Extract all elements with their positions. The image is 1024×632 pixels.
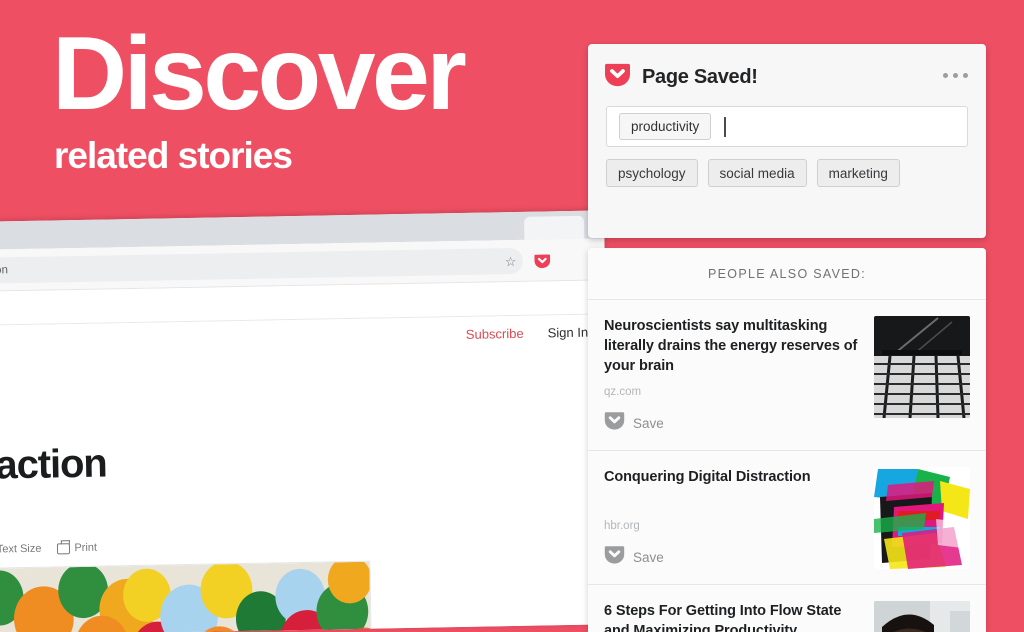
article-headline: es forg Distraction <box>0 441 108 490</box>
promo-subtitle: related stories <box>54 135 293 176</box>
suggested-tag-marketing[interactable]: marketing <box>816 159 900 187</box>
browser-tab[interactable] <box>523 215 585 240</box>
article-hero-image <box>0 560 373 632</box>
kebab-dot <box>943 73 948 78</box>
recommendation-body: Conquering Digital Distraction hbr.org S… <box>604 467 874 570</box>
suggested-tag-social-media[interactable]: social media <box>707 159 807 187</box>
pocket-save-icon <box>604 410 625 436</box>
recommendations-header: PEOPLE ALSO SAVED: <box>588 248 986 300</box>
list-item[interactable]: Conquering Digital Distraction hbr.org S… <box>588 451 986 585</box>
save-button[interactable]: Save <box>604 410 860 436</box>
address-bar-url: raction <box>0 264 9 277</box>
recommendation-title[interactable]: 6 Steps For Getting Into Flow State and … <box>604 601 860 632</box>
tag-chip-productivity[interactable]: productivity <box>619 113 712 140</box>
address-bar[interactable]: raction <box>0 247 524 285</box>
pocket-icon[interactable] <box>534 252 551 274</box>
kebab-dot <box>953 73 958 78</box>
pocket-save-icon <box>604 544 625 570</box>
sign-in-link[interactable]: Sign In <box>548 325 589 341</box>
list-item[interactable]: 6 Steps For Getting Into Flow State and … <box>588 585 986 632</box>
suggested-tag-psychology[interactable]: psychology <box>606 159 698 187</box>
save-button-label: Save <box>633 415 664 431</box>
recommendation-body: 6 Steps For Getting Into Flow State and … <box>604 601 874 632</box>
suggested-tags: psychology social media marketing <box>606 159 900 187</box>
kebab-menu-icon[interactable] <box>943 73 968 78</box>
screenshot-root: Discover related stories raction ☆ Subsc… <box>0 0 1024 632</box>
printer-icon <box>57 542 71 554</box>
text-cursor <box>724 116 726 137</box>
recommendation-thumbnail <box>874 467 970 569</box>
recommendation-source: hbr.org <box>604 520 640 532</box>
save-button[interactable]: Save <box>604 544 860 570</box>
recommendation-body: Neuroscientists say multitasking literal… <box>604 316 874 436</box>
text-size-label: Text Size <box>0 542 42 556</box>
promo-title: Discover <box>52 16 467 132</box>
star-icon[interactable]: ☆ <box>505 254 517 270</box>
pocket-logo-icon <box>604 61 631 93</box>
kebab-dot <box>963 73 968 78</box>
list-item[interactable]: Neuroscientists say multitasking literal… <box>588 300 986 451</box>
recommendations-header-label: PEOPLE ALSO SAVED: <box>708 266 866 281</box>
print-label: Print <box>74 541 98 555</box>
tag-input[interactable]: productivity <box>606 106 968 147</box>
recommendation-thumbnail <box>874 316 970 418</box>
recommendation-thumbnail <box>874 601 970 632</box>
pocket-save-panel: Page Saved! productivity psychology soci… <box>588 44 986 238</box>
recommendation-title[interactable]: Conquering Digital Distraction <box>604 467 860 487</box>
recommendations-panel: PEOPLE ALSO SAVED: Neuroscientists say m… <box>588 248 986 632</box>
subscribe-link[interactable]: Subscribe <box>466 326 524 342</box>
save-panel-header: Page Saved! <box>588 44 986 110</box>
site-nav: Subscribe Sign In <box>466 325 589 342</box>
save-button-label: Save <box>633 549 664 565</box>
browser-window: raction ☆ Subscribe Sign In es forg Dist… <box>0 210 612 632</box>
save-panel-title: Page Saved! <box>642 65 758 88</box>
recommendation-source: qz.com <box>604 386 642 398</box>
print-tool[interactable]: Print <box>57 542 97 555</box>
text-size-tool[interactable]: нH Text Size <box>0 543 42 556</box>
webpage-content: Subscribe Sign In es forg Distraction nt… <box>0 314 612 632</box>
recommendation-title[interactable]: Neuroscientists say multitasking literal… <box>604 316 860 376</box>
article-tools: nt нH Text Size Print <box>0 542 97 557</box>
